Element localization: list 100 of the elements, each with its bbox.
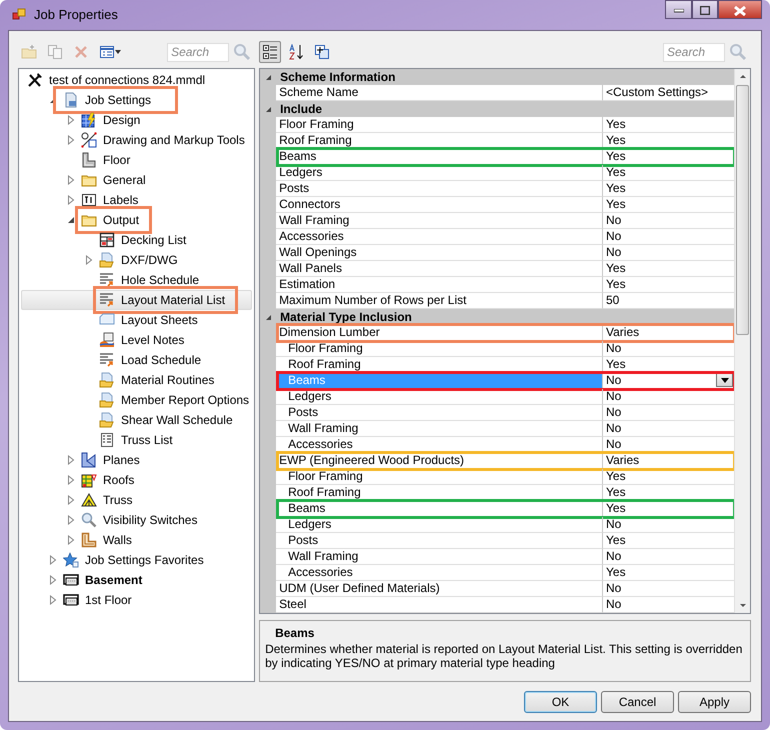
tree-label: Roofs [102,472,136,489]
expand-arrow-icon[interactable] [67,455,75,465]
tree-item[interactable]: Design [19,110,254,130]
tree-label: Labels [102,192,140,209]
search-field[interactable]: Search [663,42,725,62]
property-name[interactable]: Posts [276,533,603,549]
property-name[interactable]: Posts [276,181,603,197]
property-name[interactable]: Roof Framing [276,485,603,501]
dialog-button[interactable]: Cancel [601,691,674,713]
tree-item[interactable]: DXF/DWG [19,250,254,270]
property-name[interactable]: Accessories [276,437,603,453]
tree-item[interactable]: General [19,170,254,190]
property-name[interactable]: Ledgers [276,517,603,533]
property-name[interactable]: Accessories [276,229,603,245]
tree-label: Job Settings [84,92,152,109]
tree-item[interactable]: Member Report Options [19,390,254,410]
expand-arrow-icon[interactable] [85,255,93,265]
property-name[interactable]: Wall Openings [276,245,603,261]
star-icon [63,552,79,568]
shapes-icon [81,132,97,148]
expand-arrow-icon[interactable] [67,115,75,125]
tree-label: Planes [102,452,141,469]
tree-item[interactable]: Material Routines [19,370,254,390]
collapse-arrow-icon[interactable] [264,106,272,112]
search-field[interactable]: Search [167,42,230,62]
tree-item[interactable]: Roofs [19,470,254,490]
property-name[interactable]: Accessories [276,565,603,581]
property-name[interactable]: Steel [276,597,603,613]
window-title: Job Properties [34,6,118,24]
property-name[interactable]: Floor Framing [276,469,603,485]
property-name[interactable]: Wall Framing [276,549,603,565]
expand-arrow-icon[interactable] [49,575,57,585]
tree-label: Level Notes [120,332,186,349]
tree-item[interactable]: Planes [19,450,254,470]
expand-arrow-icon[interactable] [67,475,75,485]
property-name[interactable]: Wall Framing [276,213,603,229]
tree-item[interactable]: Output [19,210,254,230]
property-name[interactable]: UDM (User Defined Materials) [276,581,603,597]
property-name[interactable]: Dimension Lumber [276,325,603,341]
tree-label: Load Schedule [120,352,202,369]
collapse-arrow-icon[interactable] [67,216,75,224]
tree-item[interactable]: Hole Schedule [19,270,254,290]
tree-item[interactable]: Layout Sheets [19,310,254,330]
maximize-button[interactable] [692,0,718,19]
dialog-button[interactable]: Apply [678,691,751,713]
tree-item[interactable]: Drawing and Markup Tools [19,130,254,150]
expand-arrow-icon[interactable] [49,595,57,605]
tree-item[interactable]: Floor [19,150,254,170]
tree-item[interactable]: Job Settings Favorites [19,550,254,570]
property-name[interactable]: Estimation [276,277,603,293]
expand-arrow-icon[interactable] [67,535,75,545]
tree-item[interactable]: Visibility Switches [19,510,254,530]
categorized-view-icon[interactable] [259,41,282,63]
property-name[interactable]: EWP (Engineered Wood Products) [276,453,603,469]
tree-item[interactable]: test of connections 824.mmdl [19,70,254,90]
tree-item[interactable]: Walls [19,530,254,550]
property-name[interactable]: Posts [276,405,603,421]
tree-item[interactable]: 1st Floor [19,590,254,610]
tree-item[interactable]: Level Notes [19,330,254,350]
property-name[interactable]: Ledgers [276,389,603,405]
dialog-button[interactable]: OK [524,691,597,713]
property-name[interactable]: Floor Framing [276,341,603,357]
tree-item[interactable]: Labels [19,190,254,210]
collapse-arrow-icon[interactable] [264,74,272,80]
close-button[interactable] [718,0,762,19]
tree-item[interactable]: Basement [19,570,254,590]
property-name[interactable]: Wall Panels [276,261,603,277]
property-name[interactable]: Ledgers [276,165,603,181]
magnifier-icon [81,512,97,528]
collapse-arrow-icon[interactable] [264,314,272,320]
layer-icon [63,572,79,588]
tree-label: Material Routines [120,372,216,389]
tree-item[interactable]: Truss List [19,430,254,450]
tree-item[interactable]: Decking List [19,230,254,250]
grid-margin [260,597,276,613]
expand-arrow-icon[interactable] [67,175,75,185]
tree-label: Truss [102,492,134,509]
expand-arrow-icon[interactable] [67,495,75,505]
expand-arrow-icon[interactable] [67,195,75,205]
category-header[interactable]: Include [276,101,322,117]
property-name[interactable]: Floor Framing [276,117,603,133]
description-title: Beams [274,625,316,642]
minimize-button[interactable] [665,0,692,19]
expand-arrow-icon[interactable] [49,555,57,565]
property-name[interactable]: Roof Framing [276,133,603,149]
property-name[interactable]: Beams [276,501,603,517]
scrollbar[interactable] [734,69,750,613]
tree-item[interactable]: Truss [19,490,254,510]
property-name[interactable]: Beams [276,149,603,165]
tree-label: Decking List [120,232,188,249]
expand-arrow-icon[interactable] [67,515,75,525]
scroll-thumb[interactable] [736,85,749,335]
tree-item[interactable]: Job Settings [19,90,254,110]
property-name[interactable]: Roof Framing [276,357,603,373]
tree-item[interactable]: Load Schedule [19,350,254,370]
property-name[interactable]: Connectors [276,197,603,213]
tree-item[interactable]: Shear Wall Schedule [19,410,254,430]
property-name[interactable]: Wall Framing [276,421,603,437]
property-dropdown[interactable]: No [603,373,734,389]
expand-arrow-icon[interactable] [67,135,75,145]
